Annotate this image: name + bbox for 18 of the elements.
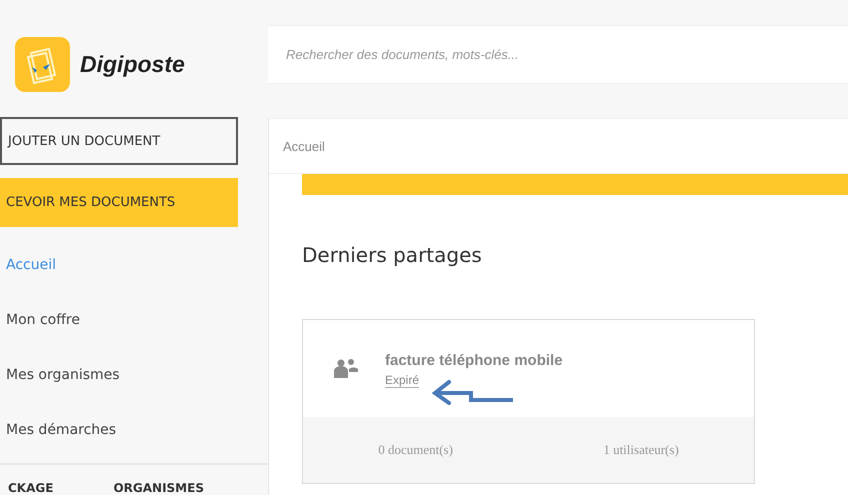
logo-icon (15, 37, 70, 92)
people-icon (333, 358, 359, 378)
nav-item[interactable]: Mes organismes (0, 365, 268, 420)
add-document-button[interactable]: JOUTER UN DOCUMENT (0, 117, 238, 165)
user-count: 1 utilisateur(s) (603, 442, 679, 458)
document-count: 0 document(s) (378, 442, 453, 458)
logo-text: Digiposte (80, 51, 185, 78)
sidebar-tab[interactable]: ORGANISMES (113, 481, 204, 495)
share-title: facture téléphone mobile (385, 352, 563, 369)
status-link[interactable]: Expiré (385, 373, 420, 388)
breadcrumb[interactable]: Accueil (283, 138, 325, 154)
share-card[interactable]: facture téléphone mobile Expiré 0 document(s) 1 utilisateur(s) (302, 319, 755, 484)
nav-item[interactable]: Mon coffre (0, 310, 268, 365)
nav-item[interactable]: Mes démarches (0, 420, 268, 475)
section-title: Derniers partages (302, 243, 483, 267)
search-field[interactable]: Rechercher des documents, mots-clés... (268, 25, 848, 84)
sidebar-tab[interactable]: CKAGE (8, 481, 54, 495)
receive-documents-button[interactable]: CEVOIR MES DOCUMENTS (0, 178, 238, 227)
